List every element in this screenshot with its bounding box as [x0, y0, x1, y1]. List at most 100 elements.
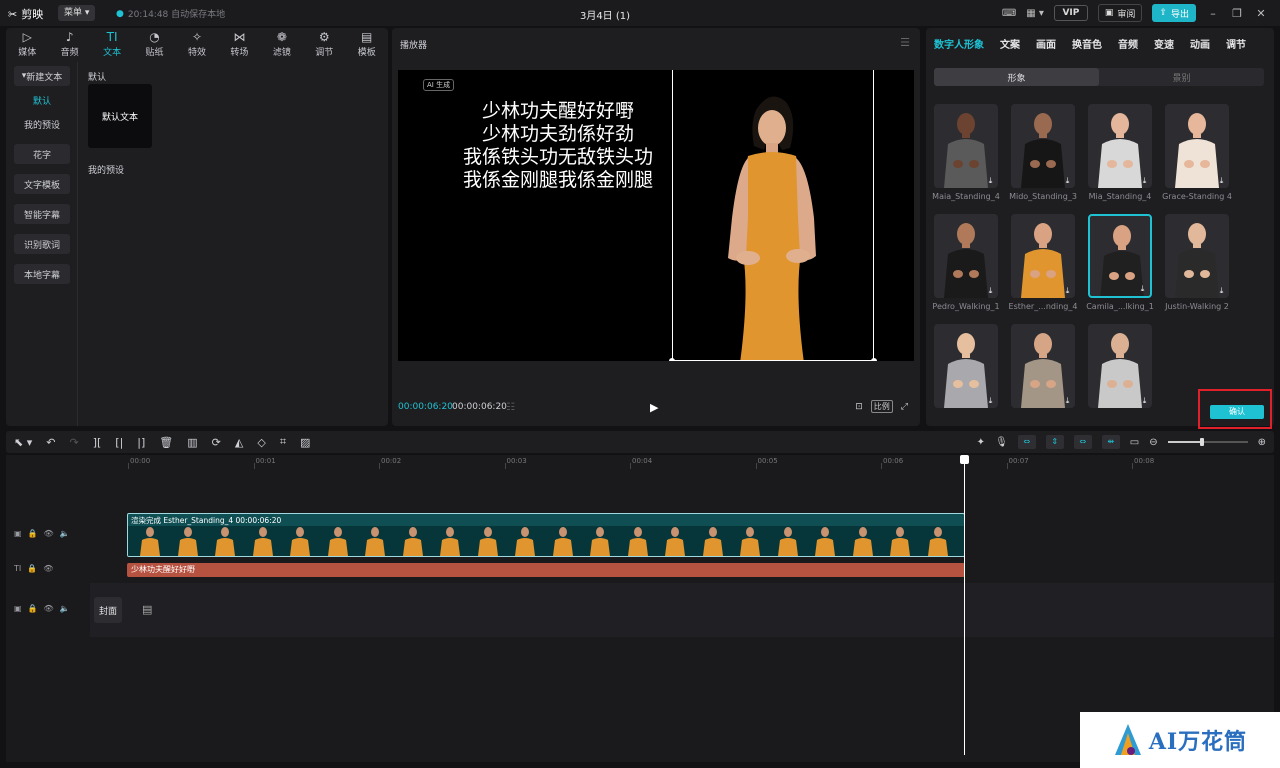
maximize-icon[interactable]: ❐: [1230, 7, 1244, 20]
property-tab[interactable]: 调节: [1226, 36, 1246, 51]
crop-icon[interactable]: ⌗: [280, 435, 286, 449]
tab-template[interactable]: ▤ 模板: [346, 28, 388, 60]
download-icon[interactable]: ⤓: [1063, 286, 1072, 295]
segment-tab[interactable]: 景别: [1099, 68, 1264, 86]
linkage-icon[interactable]: ⇹: [1101, 435, 1120, 449]
zoom-in-icon[interactable]: ⊕: [1258, 437, 1266, 448]
playhead-handle[interactable]: [960, 455, 969, 464]
avatar-card[interactable]: ⤓: [1088, 324, 1152, 408]
microphone-icon[interactable]: 🎙: [995, 437, 1008, 448]
split-right-icon[interactable]: |]: [137, 436, 145, 449]
playhead[interactable]: [964, 455, 965, 755]
hamburger-menu-icon[interactable]: ☰: [900, 36, 910, 49]
preview-canvas[interactable]: AI 生成 少林功夫醒好好嘢 少林功夫劲係好劲 我係铁头功无敌铁头功 我係金刚腿…: [398, 70, 914, 361]
tab-adjust[interactable]: ⚙ 调节: [303, 28, 345, 60]
property-tab[interactable]: 换音色: [1072, 36, 1102, 51]
subtitle-icon[interactable]: ▭: [1130, 437, 1139, 448]
snap-icon[interactable]: ⇔: [1073, 435, 1092, 449]
avatar-card[interactable]: ⤓: [1011, 214, 1075, 298]
tab-filter[interactable]: ❁ 滤镜: [261, 28, 303, 60]
tab-text[interactable]: TI 文本: [91, 28, 133, 60]
eye-icon[interactable]: 👁: [43, 564, 53, 573]
split-left-icon[interactable]: [|: [115, 436, 123, 449]
speaker-icon[interactable]: 🔈: [60, 604, 70, 613]
mirror-icon[interactable]: ◭: [235, 436, 243, 449]
download-icon[interactable]: ⤓: [1217, 286, 1226, 295]
avatar-card[interactable]: ⤓: [1165, 214, 1229, 298]
download-icon[interactable]: ⤓: [1063, 396, 1072, 405]
grid-icon[interactable]: ☷: [506, 402, 515, 413]
property-tab[interactable]: 文案: [1000, 36, 1020, 51]
preview-axis-icon[interactable]: ⇕: [1045, 435, 1064, 449]
avatar-card[interactable]: ⤓: [1088, 104, 1152, 188]
review-button[interactable]: ▣ 审阅: [1097, 4, 1143, 22]
download-icon[interactable]: ⤓: [1217, 176, 1226, 185]
close-icon[interactable]: ✕: [1254, 7, 1268, 20]
sidebar-item[interactable]: 识别歌词: [14, 234, 70, 254]
default-text-tile[interactable]: 默认文本: [88, 84, 152, 148]
zoom-out-icon[interactable]: ⊖: [1149, 437, 1157, 448]
minimize-icon[interactable]: –: [1206, 7, 1220, 20]
eye-icon[interactable]: 👁: [44, 529, 54, 538]
select-cursor-icon[interactable]: ⬉ ▾: [14, 436, 32, 449]
property-tab[interactable]: 动画: [1190, 36, 1210, 51]
download-icon[interactable]: ⤓: [1140, 176, 1149, 185]
resize-handle[interactable]: [871, 358, 877, 361]
sidebar-item[interactable]: 文字模板: [14, 174, 70, 194]
property-tab[interactable]: 画面: [1036, 36, 1056, 51]
sidebar-my-presets[interactable]: 我的预设: [14, 114, 70, 134]
freeze-icon[interactable]: ▥: [187, 436, 197, 449]
reverse-icon[interactable]: ⟳: [212, 436, 221, 449]
tab-audio[interactable]: ♪ 音频: [48, 28, 90, 60]
avatar-card[interactable]: ⤓: [1011, 324, 1075, 408]
fullscreen-icon[interactable]: ⤢: [901, 402, 908, 412]
digital-human-clip[interactable]: 渲染完成 Esther_Standing_4 00:00:06:20: [127, 513, 965, 557]
download-icon[interactable]: ⤓: [986, 286, 995, 295]
tab-transition[interactable]: ⋈ 转场: [218, 28, 260, 60]
keyboard-icon[interactable]: ⌨: [1002, 8, 1016, 19]
link-main-track-icon[interactable]: ⇔: [1017, 435, 1036, 449]
eye-icon[interactable]: 👁: [44, 604, 54, 613]
download-icon[interactable]: ⤓: [986, 176, 995, 185]
property-tab[interactable]: 数字人形象: [934, 36, 984, 51]
lock-icon[interactable]: 🔒: [28, 604, 38, 613]
avatar-card[interactable]: ⤓: [934, 324, 998, 408]
image-edit-icon[interactable]: ▨: [300, 436, 310, 449]
lyrics-text[interactable]: 少林功夫醒好好嘢 少林功夫劲係好劲 我係铁头功无敌铁头功 我係金刚腿我係金刚腿: [408, 100, 708, 192]
download-icon[interactable]: ⤓: [1140, 396, 1149, 405]
rotate-icon[interactable]: ◇: [257, 436, 265, 449]
sidebar-default[interactable]: 默认: [14, 90, 70, 110]
avatar-card[interactable]: ⤓: [934, 214, 998, 298]
screenshot-icon[interactable]: ⊡: [855, 402, 863, 412]
property-tab[interactable]: 音频: [1118, 36, 1138, 51]
confirm-button[interactable]: 确认: [1210, 405, 1264, 419]
play-icon[interactable]: ▶: [650, 401, 658, 414]
property-tab[interactable]: 变速: [1154, 36, 1174, 51]
lock-icon[interactable]: 🔒: [27, 564, 37, 573]
magic-wand-icon[interactable]: ✦: [977, 437, 985, 448]
split-icon[interactable]: ][: [93, 436, 102, 449]
main-track[interactable]: 封面 ▤: [90, 583, 1274, 637]
undo-icon[interactable]: ↶: [46, 436, 55, 449]
text-clip[interactable]: 少林功夫醒好好嘢: [127, 563, 965, 577]
sidebar-item[interactable]: 智能字幕: [14, 204, 70, 224]
cover-button[interactable]: 封面: [94, 597, 122, 623]
avatar-card[interactable]: ⤓: [934, 104, 998, 188]
resize-handle[interactable]: [669, 358, 675, 361]
sidebar-item[interactable]: 本地字幕: [14, 264, 70, 284]
download-icon[interactable]: ⤓: [1138, 284, 1147, 293]
delete-icon[interactable]: 🗑: [159, 436, 173, 449]
speaker-icon[interactable]: 🔈: [60, 529, 70, 538]
tab-media[interactable]: ▷ 媒体: [6, 28, 48, 60]
lock-icon[interactable]: 🔒: [28, 529, 38, 538]
layout-icon[interactable]: ▦ ▾: [1026, 8, 1044, 19]
sidebar-new-text[interactable]: ▾ 新建文本: [14, 66, 70, 86]
tab-sticker[interactable]: ◔ 贴纸: [133, 28, 175, 60]
ratio-button[interactable]: 比例: [870, 400, 893, 413]
redo-icon[interactable]: ↷: [69, 436, 78, 449]
tab-effects[interactable]: ✧ 特效: [176, 28, 218, 60]
export-button[interactable]: ⇪ 导出: [1152, 4, 1196, 22]
avatar-card[interactable]: ⤓: [1011, 104, 1075, 188]
time-ruler[interactable]: 00:00 00:01 00:02 00:03 00:04 00:05 00:06 00:07…: [128, 455, 1274, 469]
zoom-slider[interactable]: [1167, 438, 1248, 446]
